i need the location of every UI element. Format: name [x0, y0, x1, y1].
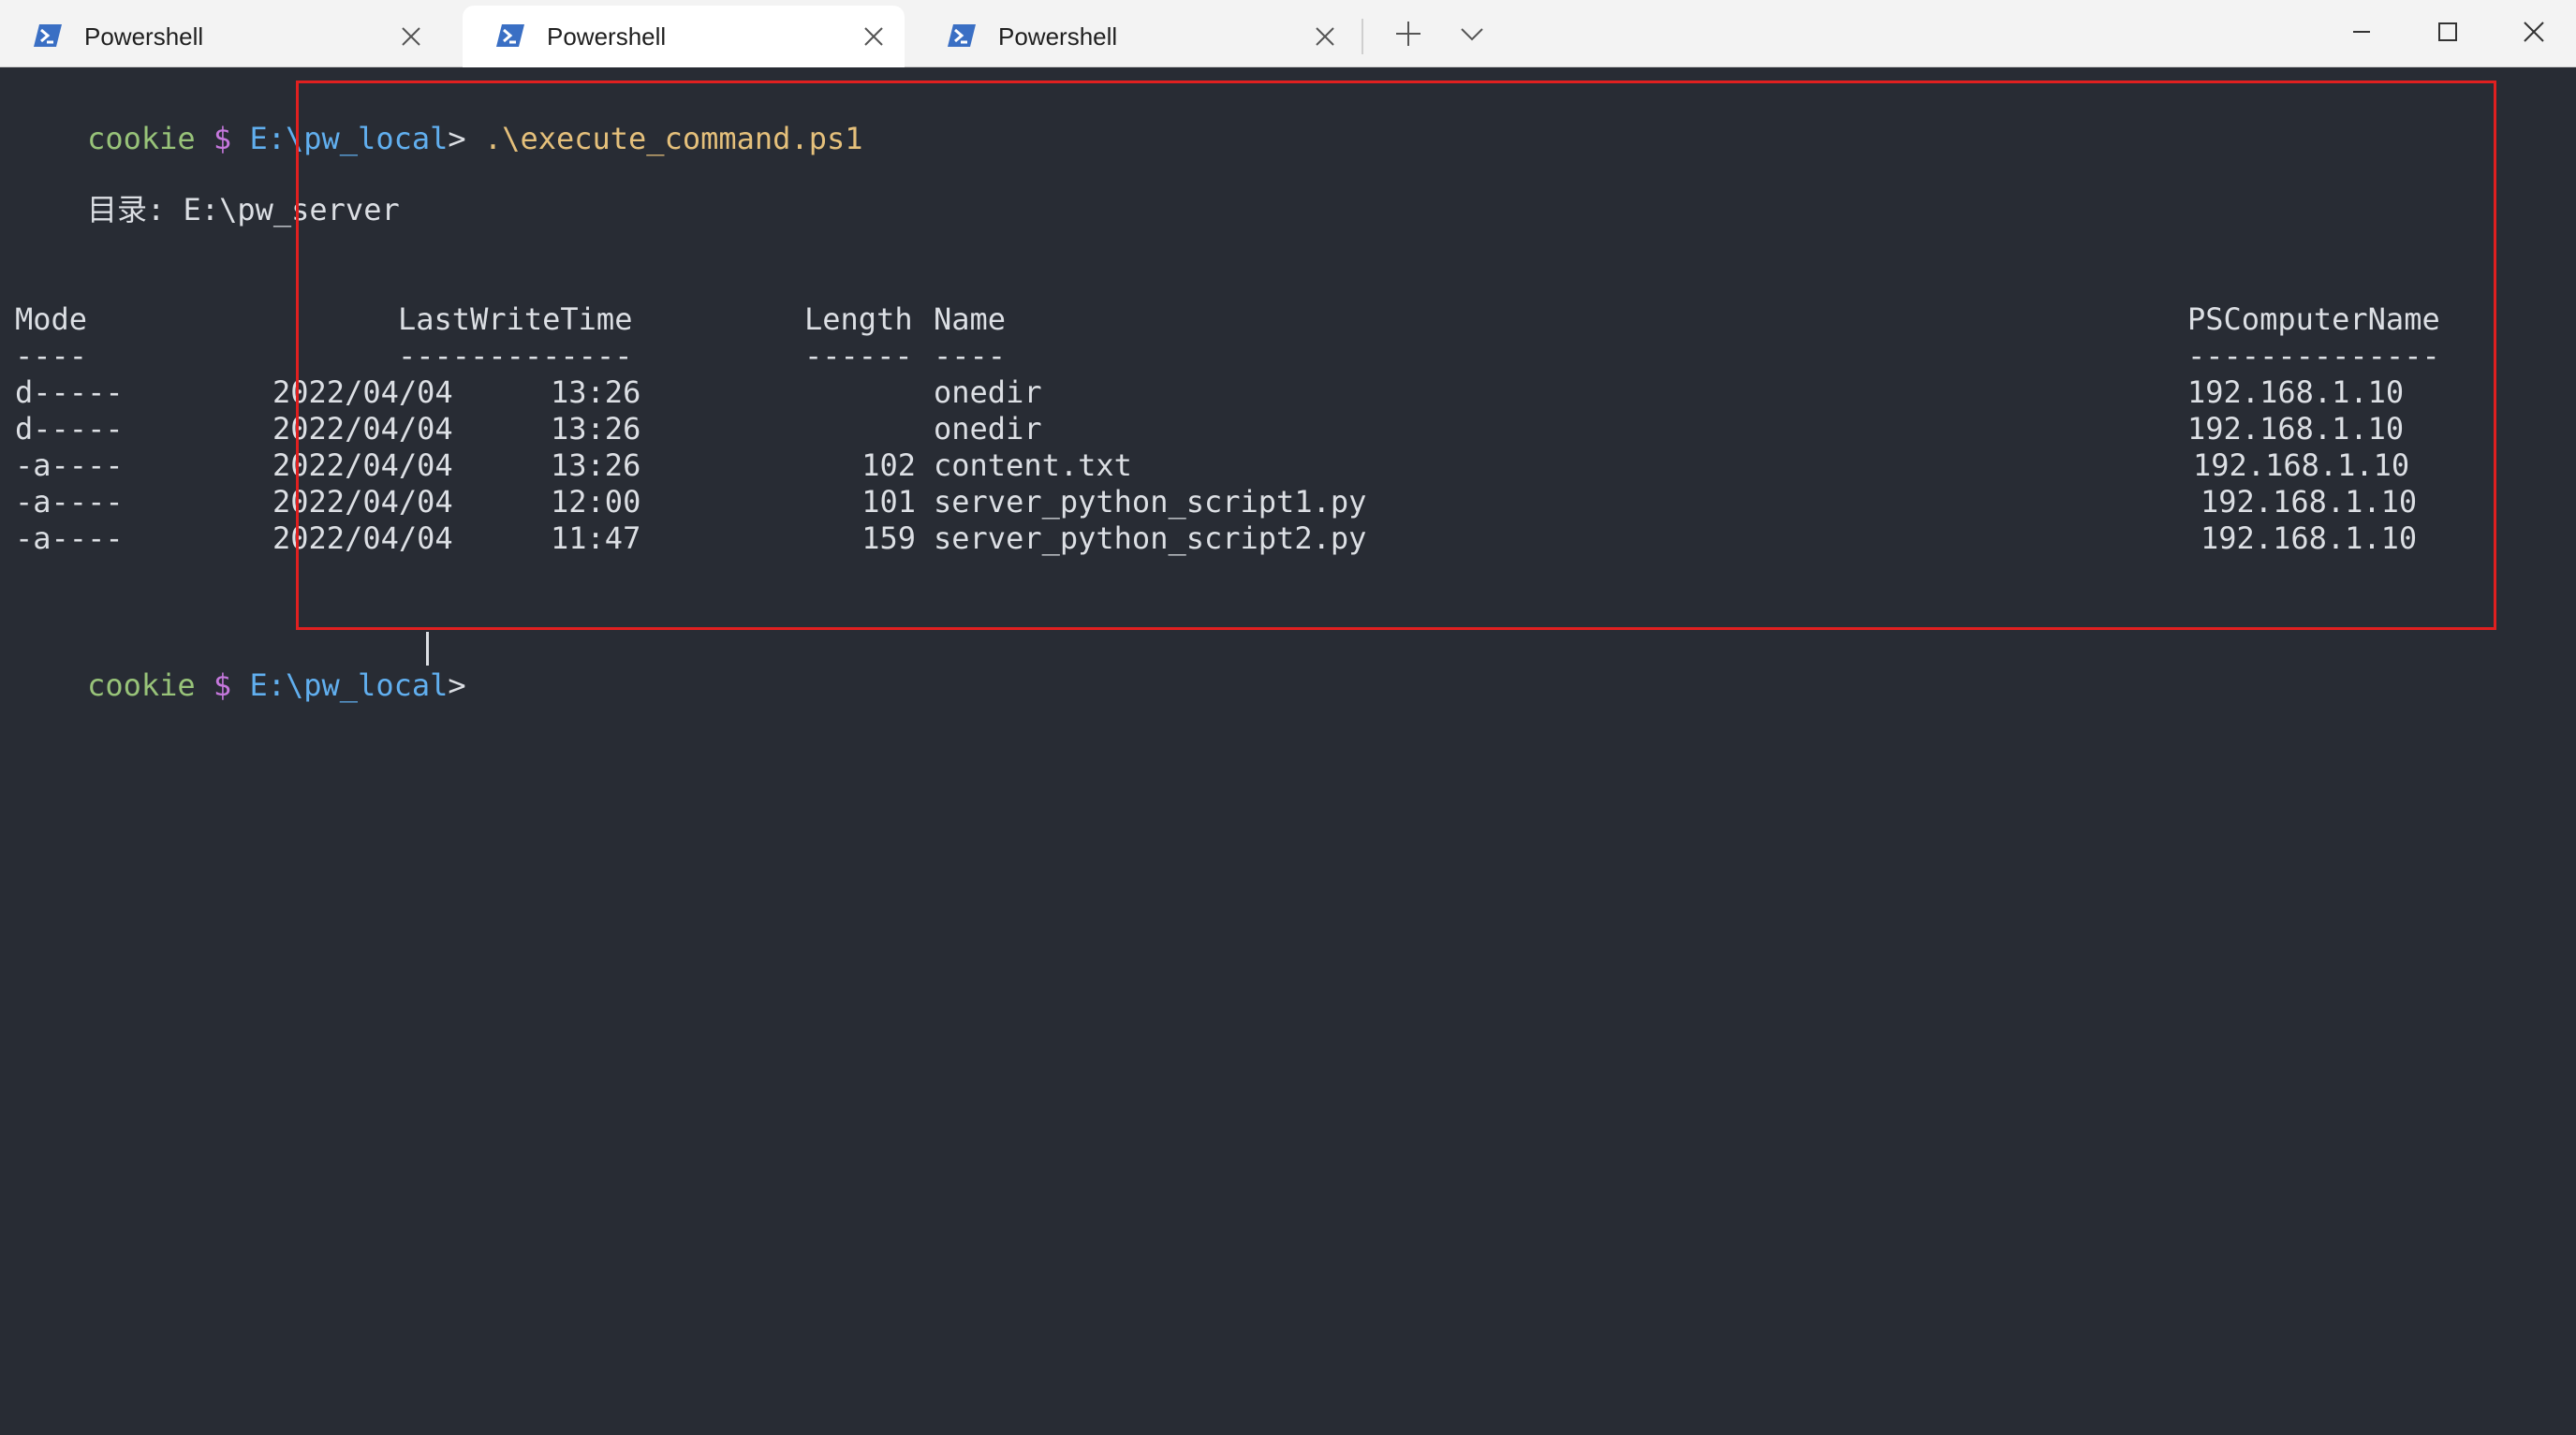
row-1-name: onedir	[934, 411, 1042, 447]
row-4-name: server_python_script2.py	[934, 520, 1367, 556]
row-3-time: 12:00	[551, 484, 641, 520]
powershell-icon	[34, 24, 62, 47]
powershell-icon	[496, 24, 524, 47]
underline-mode: ----	[15, 338, 88, 373]
row-2-date: 2022/04/04	[272, 447, 453, 483]
row-0-name: onedir	[934, 374, 1042, 410]
tab-powershell-3[interactable]: Powershell	[914, 6, 1356, 67]
terminal-output[interactable]: cookie $ E:\pw_local> .\execute_command.…	[15, 67, 2562, 1425]
row-0-mode: d-----	[15, 374, 124, 410]
row-1-time: 13:26	[551, 411, 641, 447]
text-cursor	[426, 632, 429, 666]
close-icon[interactable]	[2515, 13, 2553, 51]
header-pscomputername: PSComputerName	[2187, 301, 2440, 337]
header-name: Name	[934, 301, 1007, 337]
row-3-mode: -a----	[15, 484, 124, 520]
row-0-length	[804, 373, 916, 411]
tab-separator	[1362, 19, 1363, 54]
row-3-date: 2022/04/04	[272, 484, 453, 520]
row-0-date: 2022/04/04	[272, 374, 453, 410]
row-2-computer: 192.168.1.10	[2193, 447, 2410, 483]
chevron-down-icon[interactable]	[1455, 17, 1489, 51]
underline-name: ----	[934, 338, 1007, 373]
maximize-icon[interactable]	[2429, 13, 2466, 51]
header-mode: Mode	[15, 301, 88, 337]
row-1-date: 2022/04/04	[272, 411, 453, 447]
row-0-computer: 192.168.1.10	[2187, 374, 2405, 410]
command-line: cookie $ E:\pw_local> .\execute_command.…	[15, 82, 862, 156]
underline-lastwritetime: -------------	[398, 338, 633, 373]
row-4-mode: -a----	[15, 520, 124, 556]
prompt-dollar: $	[213, 121, 232, 156]
row-2-name: content.txt	[934, 447, 1132, 483]
prompt-arrow: >	[448, 121, 466, 156]
row-1-computer: 192.168.1.10	[2187, 411, 2405, 447]
prompt-path: E:\pw_local	[249, 121, 449, 156]
underline-length: ------	[804, 338, 913, 373]
prompt-user: cookie	[87, 667, 196, 703]
tab-powershell-2[interactable]: Powershell	[463, 6, 905, 67]
row-3-length: 101	[861, 484, 916, 520]
prompt-user: cookie	[87, 121, 196, 156]
row-1-mode: d-----	[15, 411, 124, 447]
plus-icon[interactable]	[1391, 17, 1425, 51]
row-4-computer: 192.168.1.10	[2201, 520, 2418, 556]
command-text: .\execute_command.ps1	[483, 121, 863, 156]
tab-label: Powershell	[84, 22, 204, 51]
close-icon[interactable]	[1313, 24, 1337, 49]
row-3-name: server_python_script1.py	[934, 484, 1367, 520]
prompt-arrow: >	[448, 667, 466, 703]
row-2-mode: -a----	[15, 447, 124, 483]
underline-pscomputername: --------------	[2187, 338, 2440, 373]
tab-powershell-1[interactable]: Powershell	[0, 6, 442, 67]
close-icon[interactable]	[861, 24, 886, 49]
tab-label: Powershell	[998, 22, 1118, 51]
row-1-length	[804, 410, 916, 447]
header-lastwritetime: LastWriteTime	[398, 301, 633, 337]
row-4-time: 11:47	[551, 520, 641, 556]
prompt-dollar: $	[213, 667, 232, 703]
powershell-icon	[948, 24, 976, 47]
prompt-path: E:\pw_local	[249, 667, 449, 703]
title-bar: Powershell Powershell Powershell	[0, 0, 2576, 67]
row-0-time: 13:26	[551, 374, 641, 410]
row-2-time: 13:26	[551, 447, 641, 483]
row-3-computer: 192.168.1.10	[2201, 484, 2418, 520]
close-icon[interactable]	[399, 24, 423, 49]
row-4-length: 159	[861, 520, 916, 556]
row-2-length: 102	[861, 447, 916, 483]
prompt-line[interactable]: cookie $ E:\pw_local>	[15, 629, 484, 703]
row-4-date: 2022/04/04	[272, 520, 453, 556]
minimize-icon[interactable]	[2343, 13, 2380, 51]
tab-label: Powershell	[547, 22, 667, 51]
directory-line: 目录: E:\pw_server	[87, 192, 400, 227]
header-length: Length	[804, 301, 913, 337]
